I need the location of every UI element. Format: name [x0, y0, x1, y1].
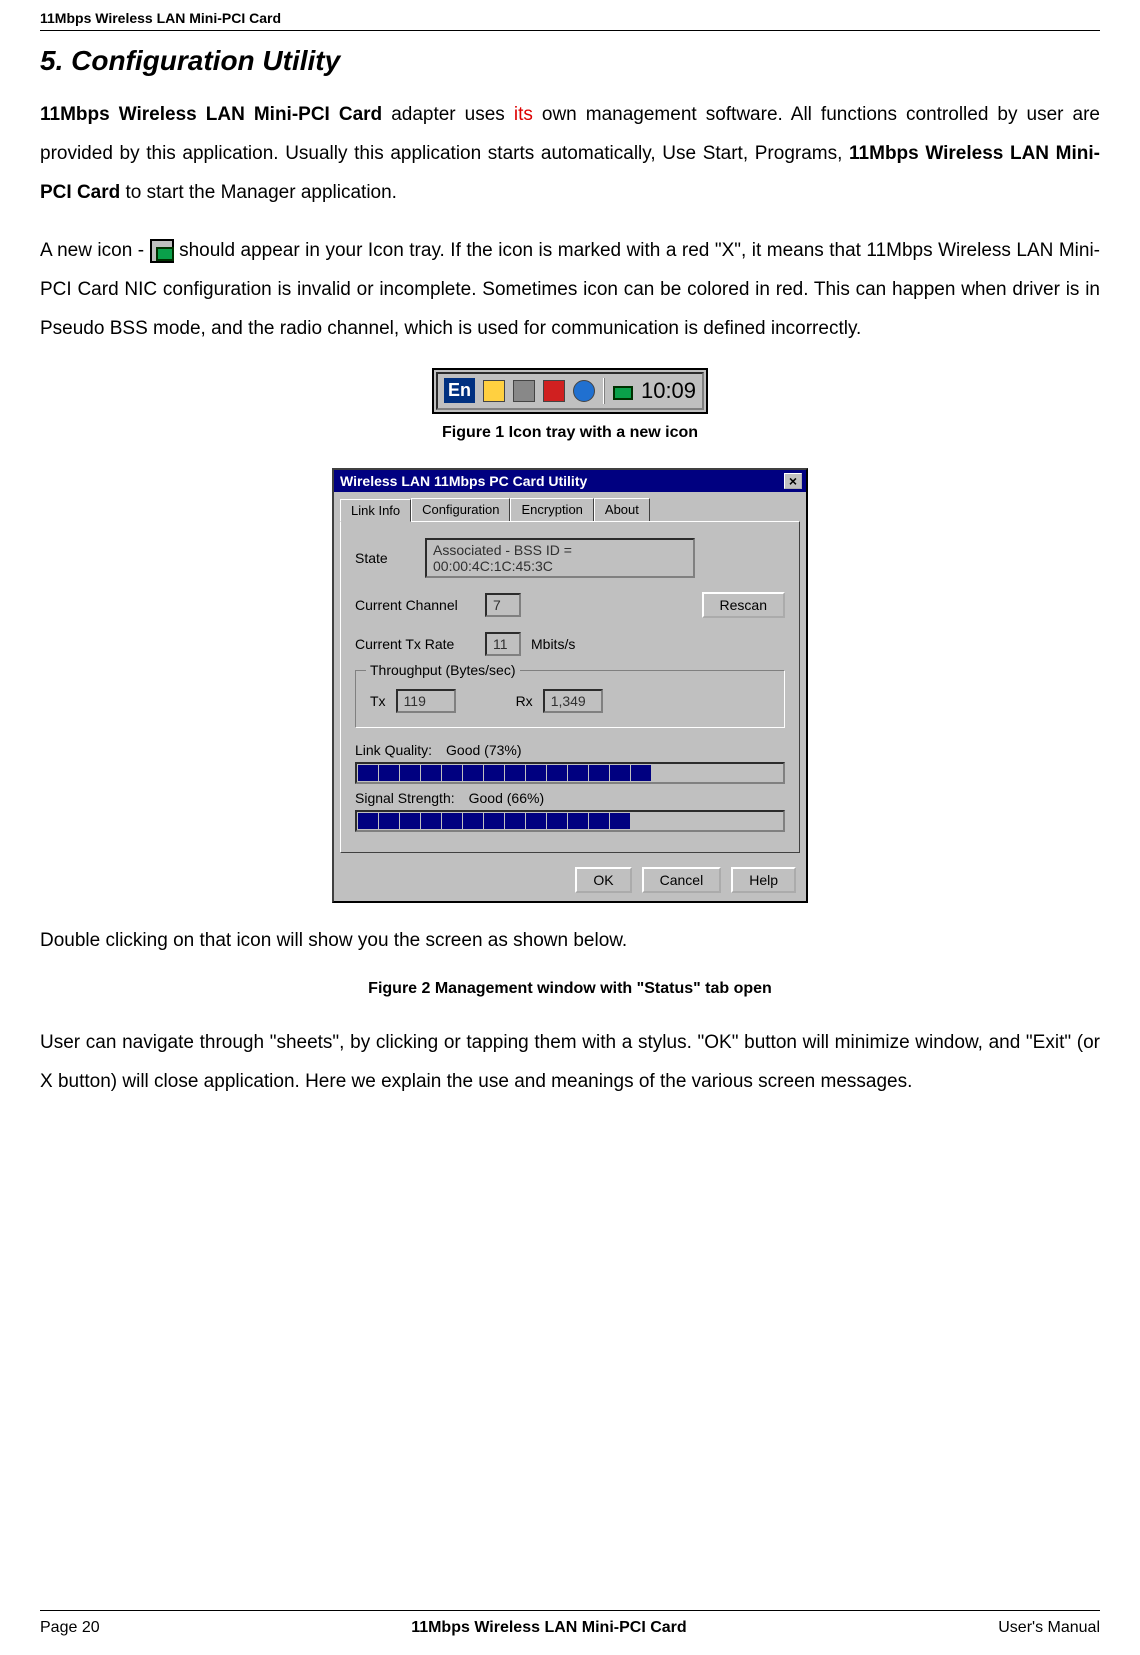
- ati-icon: [543, 380, 565, 402]
- tab-panel: State Associated - BSS ID = 00:00:4C:1C:…: [340, 521, 800, 853]
- tab-link-info[interactable]: Link Info: [340, 499, 411, 522]
- footer-center: 11Mbps Wireless LAN Mini-PCI Card: [411, 1619, 686, 1637]
- txrate-unit: Mbits/s: [531, 636, 575, 652]
- link-quality-value: Good (73%): [446, 742, 521, 758]
- rescan-button[interactable]: Rescan: [702, 592, 785, 618]
- tray-clock: 10:09: [641, 378, 696, 404]
- channel-field: 7: [485, 593, 521, 617]
- signal-strength-bar: [355, 810, 785, 832]
- paragraph-3: User can navigate through "sheets", by c…: [40, 1024, 1100, 1102]
- throughput-group: Throughput (Bytes/sec) Tx 119 Rx 1,349: [355, 670, 785, 728]
- tab-about[interactable]: About: [594, 498, 650, 521]
- window-title: Wireless LAN 11Mbps PC Card Utility: [340, 473, 587, 489]
- tray-monitor-icon: [150, 239, 174, 263]
- device-icon: [513, 380, 535, 402]
- tab-configuration[interactable]: Configuration: [411, 498, 510, 521]
- channel-label: Current Channel: [355, 597, 475, 613]
- state-field: Associated - BSS ID = 00:00:4C:1C:45:3C: [425, 538, 695, 578]
- rx-label: Rx: [516, 693, 533, 709]
- utility-window: Wireless LAN 11Mbps PC Card Utility × Li…: [332, 468, 808, 903]
- blue-dot-icon: [573, 380, 595, 402]
- close-icon[interactable]: ×: [784, 473, 802, 489]
- tab-encryption[interactable]: Encryption: [510, 498, 593, 521]
- p2-a: A new icon -: [40, 240, 150, 261]
- throughput-legend: Throughput (Bytes/sec): [366, 662, 520, 678]
- ok-button[interactable]: OK: [575, 867, 631, 893]
- figure-1-caption: Figure 1 Icon tray with a new icon: [40, 424, 1100, 442]
- txrate-field: 11: [485, 632, 521, 656]
- p2-b: should appear in your Icon tray. If the …: [40, 240, 1100, 339]
- cancel-button[interactable]: Cancel: [642, 867, 722, 893]
- txrate-label: Current Tx Rate: [355, 636, 475, 652]
- link-quality-label: Link Quality:: [355, 742, 432, 758]
- header-rule: [40, 30, 1100, 31]
- page-footer: Page 20 11Mbps Wireless LAN Mini-PCI Car…: [40, 1602, 1100, 1637]
- tx-field: 119: [396, 689, 456, 713]
- page-title: 5. Configuration Utility: [40, 45, 1100, 77]
- tab-bar: Link Info Configuration Encryption About: [334, 492, 806, 521]
- state-label: State: [355, 550, 415, 566]
- figure-1-systray: En 10:09: [432, 368, 708, 414]
- p1-its: its: [514, 104, 533, 125]
- p1-mid1: adapter uses: [382, 104, 514, 125]
- footer-rule: [40, 1610, 1100, 1611]
- p1-bold1: 11Mbps Wireless LAN Mini-PCI Card: [40, 104, 382, 125]
- speaker-icon: [483, 380, 505, 402]
- footer-page: Page 20: [40, 1619, 100, 1637]
- signal-strength-label: Signal Strength:: [355, 790, 455, 806]
- paragraph-1: 11Mbps Wireless LAN Mini-PCI Card adapte…: [40, 96, 1100, 213]
- help-button[interactable]: Help: [731, 867, 796, 893]
- wlan-tray-icon: [613, 386, 633, 400]
- tx-label: Tx: [370, 693, 386, 709]
- tray-separator: [603, 378, 605, 404]
- after-dialog-text: Double clicking on that icon will show y…: [40, 922, 1100, 961]
- p1-end: to start the Manager application.: [120, 182, 397, 203]
- figure-2-caption: Figure 2 Management window with "Status"…: [40, 980, 1100, 998]
- footer-right: User's Manual: [998, 1619, 1100, 1637]
- rx-field: 1,349: [543, 689, 603, 713]
- header-product: 11Mbps Wireless LAN Mini-PCI Card: [40, 10, 1100, 26]
- lang-indicator-icon: En: [444, 378, 475, 403]
- signal-strength-value: Good (66%): [469, 790, 544, 806]
- paragraph-2: A new icon - should appear in your Icon …: [40, 232, 1100, 349]
- link-quality-bar: [355, 762, 785, 784]
